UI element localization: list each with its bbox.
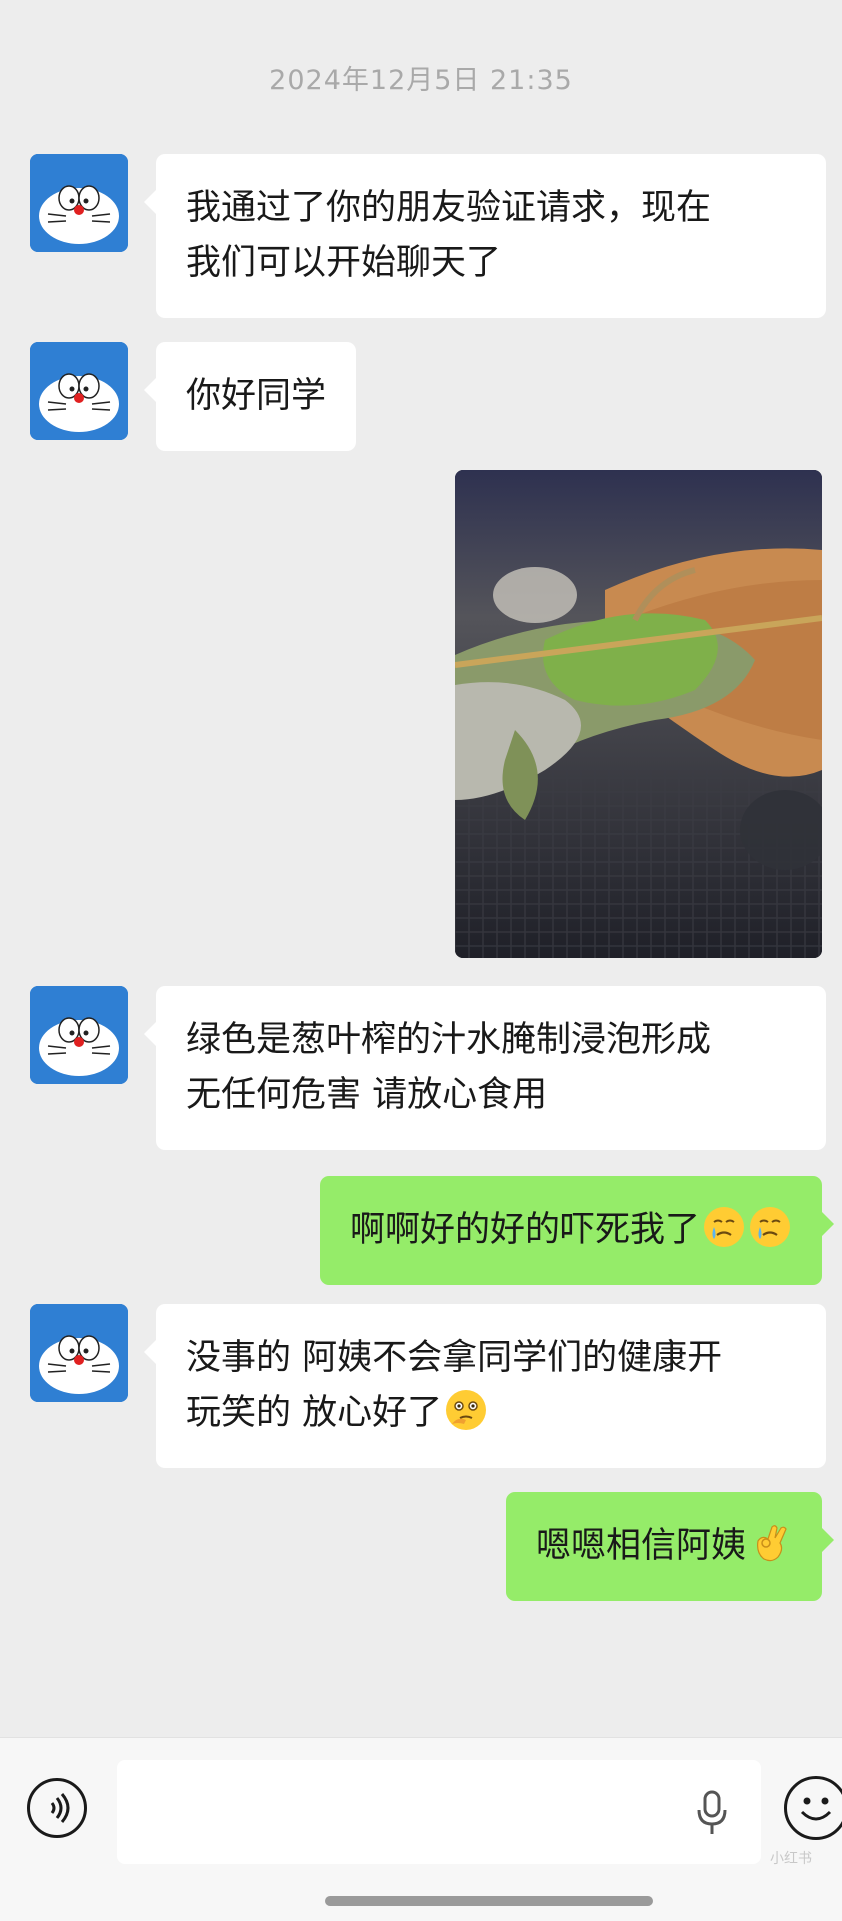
thinking-face-icon: [446, 1390, 487, 1430]
message-text-line: 啊啊好的好的吓死我了: [349, 1210, 700, 1250]
doraemon-avatar-icon: [30, 342, 128, 440]
voice-icon: [50, 1793, 70, 1823]
crying-face-icon: [750, 1207, 790, 1247]
message-input[interactable]: [117, 1760, 761, 1864]
watermark: 小红书: [770, 1851, 812, 1867]
home-indicator[interactable]: [325, 1896, 653, 1906]
voice-input-button[interactable]: [27, 1778, 87, 1838]
message-text-line: 嗯嗯相信阿姨: [535, 1526, 746, 1566]
doraemon-avatar-icon: [30, 154, 128, 252]
food-photo: [455, 470, 822, 958]
message-text-line: 玩笑的 放心好了: [186, 1393, 443, 1433]
crying-face-icon: [704, 1207, 744, 1247]
chat-timestamp: 2024年12月5日 21:35: [269, 65, 573, 96]
message-text-line: 我们可以开始聊天了: [186, 243, 502, 283]
contact-avatar[interactable]: [30, 986, 128, 1084]
message-text-line: 绿色是葱叶榨的汁水腌制浸泡形成: [186, 1020, 712, 1060]
message-bubble-outgoing[interactable]: 啊啊好的好的吓死我了: [319, 1176, 835, 1285]
contact-avatar[interactable]: [30, 1304, 128, 1402]
smiley-icon: [800, 1797, 832, 1821]
message-text-line: 我通过了你的朋友验证请求，现在: [186, 188, 712, 228]
contact-avatar[interactable]: [30, 154, 128, 252]
message-text-line: 你好同学: [186, 376, 327, 416]
chat-input-bar: 小红书: [0, 1737, 842, 1921]
emoji-button[interactable]: [784, 1776, 842, 1840]
message-bubble-incoming[interactable]: 我通过了你的朋友验证请求，现在 我们可以开始聊天了: [144, 154, 826, 318]
message-bubble-incoming[interactable]: 没事的 阿姨不会拿同学们的健康开 玩笑的 放心好了: [144, 1304, 826, 1468]
contact-avatar[interactable]: [30, 342, 128, 440]
message-bubble-incoming[interactable]: 绿色是葱叶榨的汁水腌制浸泡形成 无任何危害 请放心食用: [144, 986, 826, 1150]
message-bubble-outgoing[interactable]: 嗯嗯相信阿姨: [505, 1492, 835, 1601]
message-bubble-incoming[interactable]: 你好同学: [143, 342, 357, 451]
message-text-line: 无任何危害 请放心食用: [186, 1075, 548, 1115]
ok-hand-icon: [757, 1525, 787, 1562]
doraemon-avatar-icon: [30, 1304, 128, 1402]
message-image[interactable]: [455, 470, 822, 958]
doraemon-avatar-icon: [30, 986, 128, 1084]
message-text-line: 没事的 阿姨不会拿同学们的健康开: [186, 1338, 723, 1378]
microphone-icon[interactable]: [692, 1788, 732, 1838]
